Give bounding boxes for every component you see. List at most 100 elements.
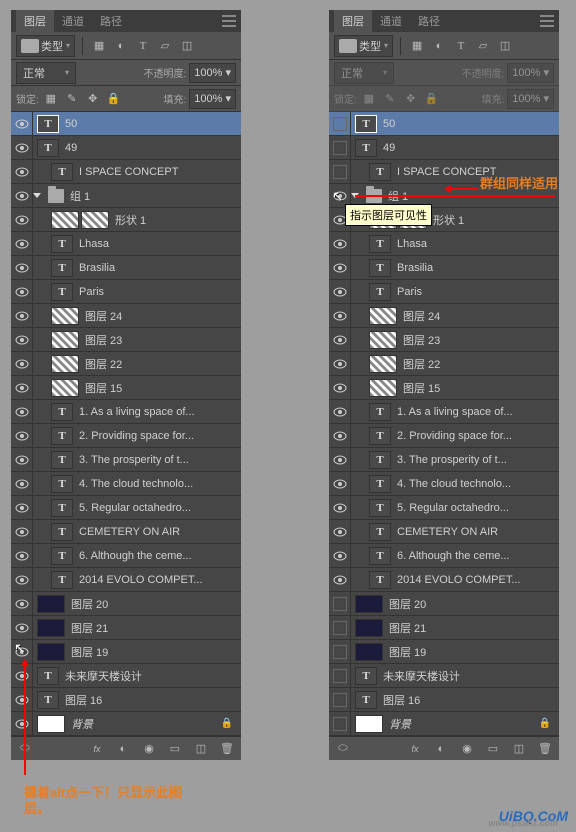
layer-name[interactable]: 图层 16 bbox=[383, 692, 555, 708]
layer-name[interactable]: 图层 24 bbox=[403, 308, 555, 324]
layer-row[interactable]: T49 bbox=[11, 136, 241, 160]
visibility-toggle[interactable] bbox=[11, 496, 33, 519]
tab-channels[interactable]: 通道 bbox=[54, 10, 92, 32]
panel-menu-icon[interactable] bbox=[540, 15, 554, 27]
tab-paths[interactable]: 路径 bbox=[410, 10, 448, 32]
opacity-input[interactable]: 100% ▾ bbox=[189, 63, 236, 83]
visibility-toggle[interactable] bbox=[11, 136, 33, 159]
layer-row[interactable]: T5. Regular octahedro... bbox=[329, 496, 559, 520]
layer-name[interactable]: Paris bbox=[397, 286, 555, 298]
lock-all-icon[interactable]: 🔒 bbox=[423, 90, 441, 108]
link-icon[interactable]: ⬭ bbox=[334, 740, 352, 758]
visibility-toggle[interactable] bbox=[329, 112, 351, 135]
layer-name[interactable]: 4. The cloud technolo... bbox=[79, 478, 237, 490]
layer-name[interactable]: 形状 1 bbox=[433, 212, 555, 228]
trash-icon[interactable]: 🗑 bbox=[536, 740, 554, 758]
layer-name[interactable]: 2014 EVOLO COMPET... bbox=[397, 574, 555, 586]
opacity-input[interactable]: 100% ▾ bbox=[507, 63, 554, 83]
filter-adjust-icon[interactable]: ◐ bbox=[430, 37, 448, 55]
layer-name[interactable]: Paris bbox=[79, 286, 237, 298]
layer-row[interactable]: T2014 EVOLO COMPET... bbox=[329, 568, 559, 592]
expand-icon[interactable] bbox=[33, 193, 41, 198]
layer-row[interactable]: 图层 21 bbox=[11, 616, 241, 640]
layer-name[interactable]: Lhasa bbox=[397, 238, 555, 250]
layer-name[interactable]: 图层 21 bbox=[389, 620, 555, 636]
blend-mode-select[interactable]: 正常▾ bbox=[334, 62, 394, 84]
visibility-toggle[interactable] bbox=[329, 712, 351, 735]
layer-name[interactable]: 图层 22 bbox=[85, 356, 237, 372]
layer-name[interactable]: 2. Providing space for... bbox=[397, 430, 555, 442]
visibility-toggle[interactable] bbox=[11, 160, 33, 183]
layer-row[interactable]: TCEMETERY ON AIR bbox=[329, 520, 559, 544]
visibility-toggle[interactable] bbox=[11, 328, 33, 351]
layer-name[interactable]: 图层 15 bbox=[85, 380, 237, 396]
layer-name[interactable]: 图层 23 bbox=[85, 332, 237, 348]
tab-layers[interactable]: 图层 bbox=[16, 10, 54, 32]
lock-transparent-icon[interactable]: ▦ bbox=[42, 90, 60, 108]
visibility-toggle[interactable] bbox=[11, 184, 33, 207]
layer-name[interactable]: 1. As a living space of... bbox=[79, 406, 237, 418]
fx-icon[interactable]: fx bbox=[406, 740, 424, 758]
visibility-toggle[interactable] bbox=[329, 664, 351, 687]
visibility-toggle[interactable] bbox=[329, 280, 351, 303]
layer-name[interactable]: 未来摩天楼设计 bbox=[383, 668, 555, 684]
layer-name[interactable]: Lhasa bbox=[79, 238, 237, 250]
fill-input[interactable]: 100% ▾ bbox=[189, 89, 236, 109]
layer-row[interactable]: T4. The cloud technolo... bbox=[11, 472, 241, 496]
layer-name[interactable]: 50 bbox=[65, 118, 237, 130]
layer-row[interactable]: T4. The cloud technolo... bbox=[329, 472, 559, 496]
layer-name[interactable]: 图层 19 bbox=[389, 644, 555, 660]
lock-all-icon[interactable]: 🔒 bbox=[105, 90, 123, 108]
layer-name[interactable]: 图层 23 bbox=[403, 332, 555, 348]
layer-row[interactable]: 图层 24 bbox=[329, 304, 559, 328]
fx-icon[interactable]: fx bbox=[88, 740, 106, 758]
visibility-toggle[interactable] bbox=[329, 376, 351, 399]
layer-row[interactable]: TCEMETERY ON AIR bbox=[11, 520, 241, 544]
layer-name[interactable]: 50 bbox=[383, 118, 555, 130]
visibility-toggle[interactable] bbox=[329, 616, 351, 639]
visibility-toggle[interactable] bbox=[11, 280, 33, 303]
layer-row[interactable]: TBrasilia bbox=[329, 256, 559, 280]
layer-row[interactable]: TI SPACE CONCEPT bbox=[11, 160, 241, 184]
layer-name[interactable]: 图层 20 bbox=[71, 596, 237, 612]
visibility-toggle[interactable] bbox=[11, 256, 33, 279]
visibility-toggle[interactable] bbox=[329, 256, 351, 279]
layer-name[interactable]: 背景 bbox=[389, 716, 539, 732]
layer-row[interactable]: T未来摩天楼设计 bbox=[11, 664, 241, 688]
layer-name[interactable]: 未来摩天楼设计 bbox=[65, 668, 237, 684]
layer-name[interactable]: 图层 21 bbox=[71, 620, 237, 636]
group-icon[interactable]: ▭ bbox=[166, 740, 184, 758]
layer-row[interactable]: TLhasa bbox=[329, 232, 559, 256]
layer-row[interactable]: 图层 22 bbox=[329, 352, 559, 376]
visibility-toggle[interactable] bbox=[11, 448, 33, 471]
filter-smart-icon[interactable]: ◫ bbox=[178, 37, 196, 55]
visibility-toggle[interactable] bbox=[329, 592, 351, 615]
visibility-toggle[interactable] bbox=[329, 448, 351, 471]
visibility-toggle[interactable] bbox=[329, 328, 351, 351]
layer-name[interactable]: I SPACE CONCEPT bbox=[79, 166, 237, 178]
group-icon[interactable]: ▭ bbox=[484, 740, 502, 758]
layer-name[interactable]: 图层 20 bbox=[389, 596, 555, 612]
blend-mode-select[interactable]: 正常▾ bbox=[16, 62, 76, 84]
layer-row[interactable]: T5. Regular octahedro... bbox=[11, 496, 241, 520]
layer-name[interactable]: 5. Regular octahedro... bbox=[79, 502, 237, 514]
layer-row[interactable]: 图层 24 bbox=[11, 304, 241, 328]
layer-name[interactable]: 图层 24 bbox=[85, 308, 237, 324]
visibility-toggle[interactable] bbox=[329, 640, 351, 663]
mask-icon[interactable]: ◐ bbox=[114, 740, 132, 758]
layer-row[interactable]: 组 1 bbox=[11, 184, 241, 208]
layer-name[interactable]: 4. The cloud technolo... bbox=[397, 478, 555, 490]
visibility-toggle[interactable] bbox=[11, 112, 33, 135]
layer-name[interactable]: 6. Although the ceme... bbox=[79, 550, 237, 562]
layer-row[interactable]: 图层 22 bbox=[11, 352, 241, 376]
visibility-toggle[interactable] bbox=[329, 304, 351, 327]
lock-move-icon[interactable]: ✥ bbox=[84, 90, 102, 108]
visibility-toggle[interactable] bbox=[11, 232, 33, 255]
lock-paint-icon[interactable]: ✎ bbox=[381, 90, 399, 108]
filter-type-select[interactable]: 类型▾ bbox=[334, 35, 393, 57]
tab-layers[interactable]: 图层 bbox=[334, 10, 372, 32]
layer-row[interactable]: 图层 23 bbox=[329, 328, 559, 352]
layer-name[interactable]: 背景 bbox=[71, 716, 221, 732]
visibility-toggle[interactable] bbox=[329, 688, 351, 711]
visibility-toggle[interactable] bbox=[11, 208, 33, 231]
